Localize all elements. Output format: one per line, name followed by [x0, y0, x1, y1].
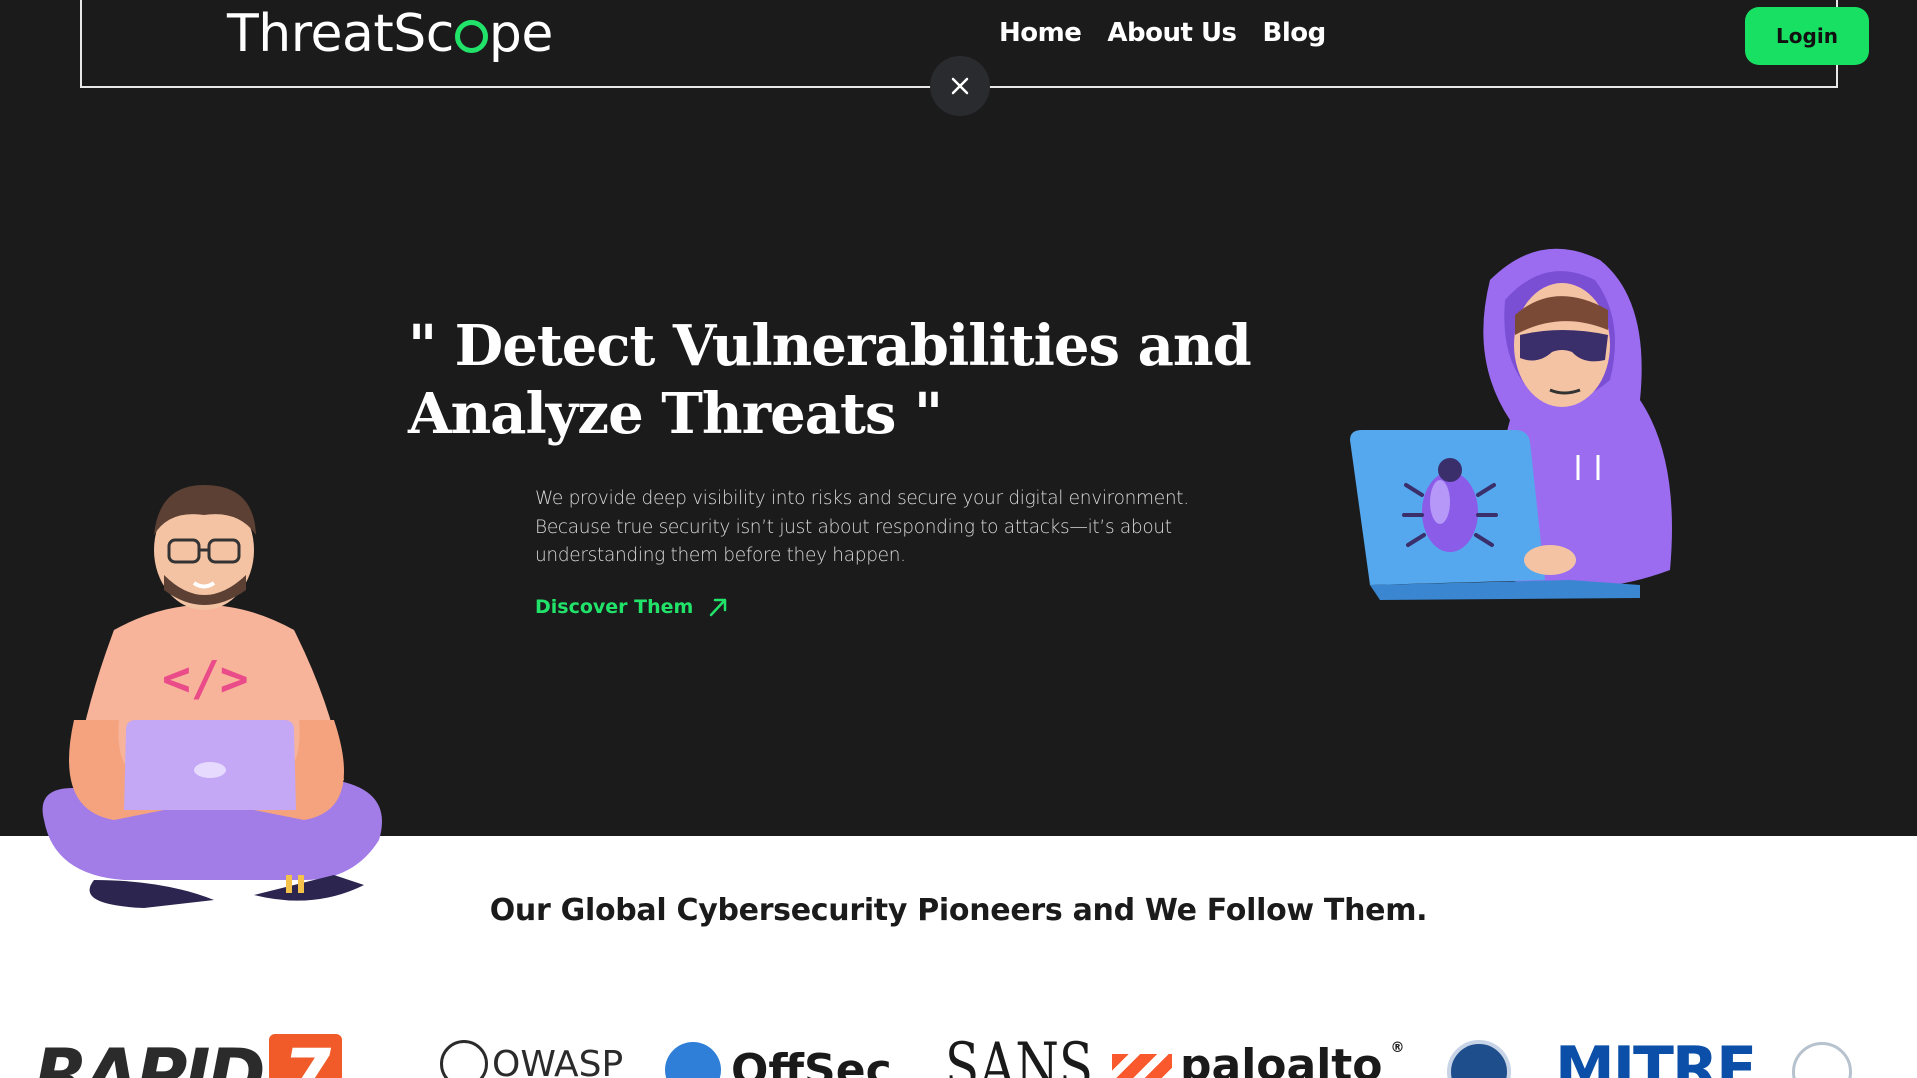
description-line-1: We provide deep visibility into risks an…	[535, 488, 1189, 509]
owasp-logo[interactable]: OWASP	[440, 1040, 623, 1078]
description-line-2: Because true security isn’t just about r…	[535, 516, 1172, 538]
hero-headline: " Detect Vulnerabilities and Analyze Thr…	[408, 312, 1288, 448]
mitre-text: MITRE	[1555, 1034, 1757, 1078]
owasp-text: OWASP	[492, 1043, 624, 1078]
rapid7-logo[interactable]: RAPID 7	[34, 1034, 343, 1078]
sans-logo[interactable]: SANS	[945, 1030, 1093, 1078]
nav-links: Home About Us Blog	[999, 18, 1326, 48]
description-line-3: understanding them before they happen.	[535, 545, 906, 566]
close-button[interactable]	[930, 56, 990, 116]
nist-logo[interactable]	[1792, 1042, 1852, 1078]
offsec-text: OffSec	[731, 1044, 892, 1078]
nav-home[interactable]: Home	[999, 18, 1082, 48]
nav-about-us[interactable]: About Us	[1107, 18, 1237, 48]
svg-text:</>: </>	[162, 651, 249, 707]
cisa-logo[interactable]	[1447, 1040, 1511, 1078]
arrow-up-right-icon	[710, 598, 727, 617]
sans-text: SANS	[945, 1030, 1094, 1078]
paloalto-text: paloalto	[1180, 1040, 1383, 1078]
rapid7-accent: 7	[268, 1034, 343, 1078]
cisa-seal-icon	[1447, 1040, 1511, 1078]
logo-text-end: pe	[488, 4, 554, 64]
logo-o-ring	[454, 20, 488, 53]
nist-seal-icon	[1792, 1042, 1852, 1078]
partners-heading: Our Global Cybersecurity Pioneers and We…	[489, 893, 1428, 928]
rapid7-text: RAPID	[34, 1034, 266, 1078]
headline-line-2: Analyze Threats "	[408, 381, 943, 447]
paloalto-mark-icon	[1112, 1053, 1172, 1078]
hooded-hacker-illustration	[1350, 248, 1672, 600]
developer-illustration: </>	[42, 485, 383, 908]
offsec-mark-icon	[665, 1042, 721, 1078]
hero-description: We provide deep visibility into risks an…	[535, 485, 1235, 571]
threatscope-logo[interactable]: ThreatSc pe	[227, 4, 553, 64]
logo-text-start: ThreatSc	[227, 4, 454, 64]
discover-label: Discover Them	[535, 596, 694, 618]
hero-section: ThreatSc pe Home About Us Blog Login " De…	[0, 0, 1917, 908]
paloalto-registered: ®	[1390, 1040, 1405, 1056]
owasp-wasp-icon	[440, 1040, 488, 1078]
mitre-logo[interactable]: MITRE	[1555, 1034, 1757, 1078]
offsec-logo[interactable]: OffSec	[665, 1042, 892, 1078]
nav-blog[interactable]: Blog	[1263, 18, 1327, 48]
discover-them-link[interactable]: Discover Them	[535, 596, 729, 618]
paloalto-logo[interactable]: paloalto ®	[1112, 1040, 1405, 1078]
partner-logo-strip: RAPID 7 OWASP OffSec SANS paloalto ® MITRE	[0, 1030, 1917, 1078]
close-icon	[951, 77, 969, 95]
headline-line-1: " Detect Vulnerabilities and	[408, 313, 1252, 379]
login-button[interactable]: Login	[1745, 7, 1869, 65]
